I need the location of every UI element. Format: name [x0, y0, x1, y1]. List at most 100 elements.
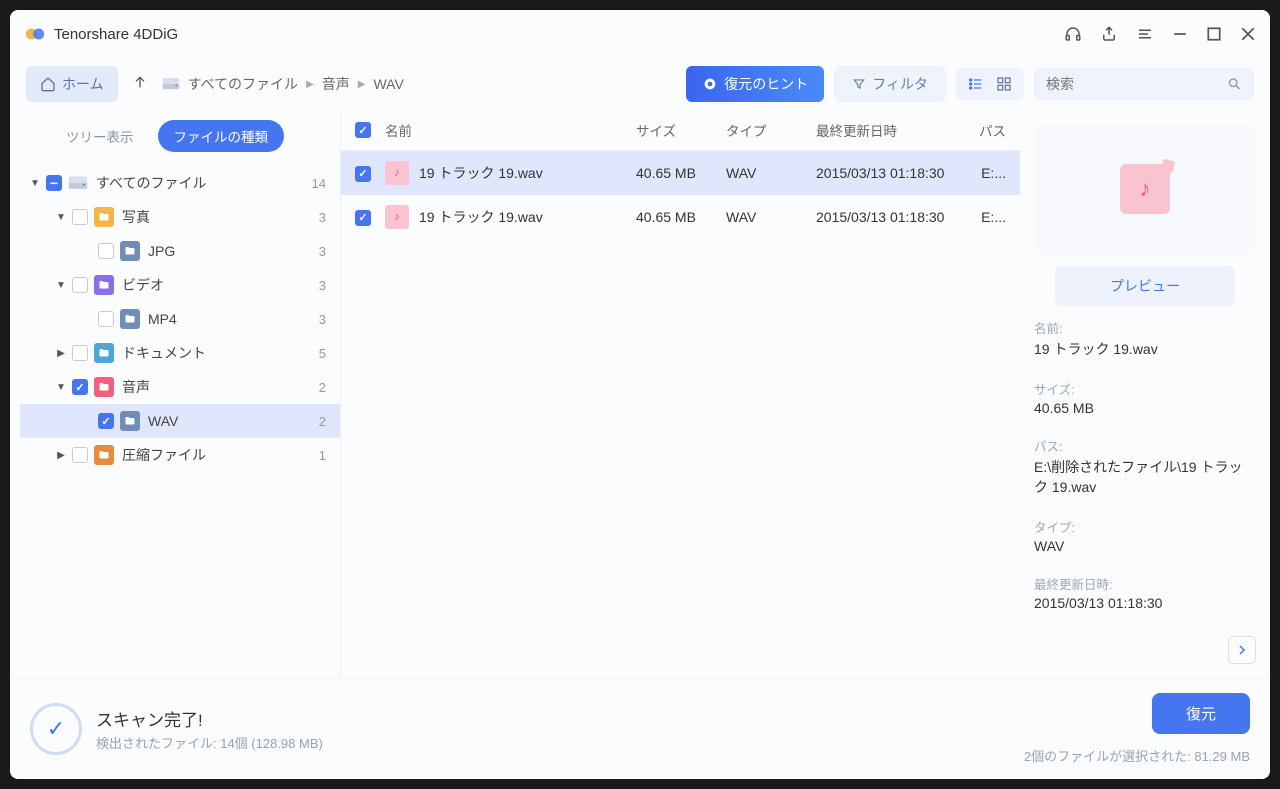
- titlebar-actions: [1064, 25, 1256, 43]
- tree-count: 2: [319, 414, 326, 429]
- tree-count: 3: [319, 278, 326, 293]
- list-view-icon[interactable]: [968, 76, 984, 92]
- search-box[interactable]: [1034, 68, 1254, 100]
- row-checkbox[interactable]: [355, 210, 371, 226]
- tree-label: 音声: [122, 377, 150, 397]
- select-all-checkbox[interactable]: [355, 122, 371, 138]
- table-header: 名前 サイズ タイプ 最終更新日時 パス: [341, 110, 1020, 151]
- col-type[interactable]: タイプ: [726, 120, 816, 140]
- collapse-panel-button[interactable]: [1228, 636, 1256, 664]
- selected-info: 2個のファイルが選択された: 81.29 MB: [1024, 746, 1250, 765]
- nav-up-button[interactable]: [128, 70, 152, 99]
- home-button[interactable]: ホーム: [26, 66, 118, 102]
- filter-button[interactable]: フィルタ: [834, 66, 946, 102]
- minimize-button[interactable]: [1172, 26, 1188, 42]
- tree-checkbox[interactable]: [72, 447, 88, 463]
- tree-item[interactable]: JPG3: [20, 234, 340, 268]
- hint-label: 復元のヒント: [724, 74, 808, 94]
- file-list-panel: 名前 サイズ タイプ 最終更新日時 パス ♪ 19 トラック 19.wav 40.6…: [340, 110, 1020, 678]
- tree-item[interactable]: ▼ビデオ3: [20, 268, 340, 302]
- breadcrumb-0[interactable]: すべてのファイル: [188, 74, 298, 94]
- breadcrumb: すべてのファイル ▶ 音声 ▶ WAV: [162, 74, 677, 94]
- tree-item[interactable]: WAV 2: [20, 404, 340, 438]
- chevron-icon: ▶: [54, 450, 68, 461]
- tree-checkbox[interactable]: [72, 209, 88, 225]
- close-button[interactable]: [1240, 26, 1256, 42]
- app-logo-icon: [24, 23, 46, 45]
- file-name: 19 トラック 19.wav: [419, 207, 543, 227]
- table-row[interactable]: ♪19 トラック 19.wav40.65 MBWAV2015/03/13 01:…: [341, 195, 1020, 239]
- col-size[interactable]: サイズ: [636, 120, 726, 140]
- tree-checkbox[interactable]: [72, 345, 88, 361]
- tree-label: ドキュメント: [122, 343, 206, 363]
- file-date: 2015/03/13 01:18:30: [816, 165, 966, 181]
- recover-button[interactable]: 復元: [1152, 693, 1250, 734]
- tree-item[interactable]: ▶圧縮ファイル1: [20, 438, 340, 472]
- tree-checkbox[interactable]: [98, 413, 114, 429]
- chevron-icon: ▼: [54, 280, 68, 291]
- maximize-button[interactable]: [1206, 26, 1222, 42]
- tree-checkbox[interactable]: [72, 277, 88, 293]
- file-path: E:...: [966, 165, 1006, 181]
- chevron-icon: ▶: [54, 348, 68, 359]
- search-input[interactable]: [1046, 76, 1227, 92]
- filter-icon: [852, 77, 866, 91]
- app-title: Tenorshare 4DDiG: [54, 26, 1064, 43]
- view-toggle[interactable]: [956, 68, 1024, 100]
- preview-button[interactable]: プレビュー: [1055, 266, 1235, 306]
- file-name: 19 トラック 19.wav: [419, 163, 543, 183]
- row-checkbox[interactable]: [355, 166, 371, 182]
- breadcrumb-2[interactable]: WAV: [373, 76, 403, 92]
- main-content: ツリー表示 ファイルの種類 ▼すべてのファイル14▼写真3JPG3▼ビデオ3MP…: [10, 110, 1270, 678]
- tree-item[interactable]: ▼写真3: [20, 200, 340, 234]
- meta-date-label: 最終更新日時:: [1034, 574, 1256, 593]
- tree-count: 3: [319, 312, 326, 327]
- meta-path-value: E:\削除されたファイル\19 トラック 19.wav: [1034, 457, 1256, 497]
- tree-checkbox[interactable]: [46, 175, 62, 191]
- meta-type-label: タイプ:: [1034, 517, 1256, 536]
- tree-label: WAV: [148, 413, 178, 429]
- col-path[interactable]: パス: [966, 120, 1006, 140]
- tab-tree-view[interactable]: ツリー表示: [50, 120, 150, 152]
- headphones-icon[interactable]: [1064, 25, 1082, 43]
- tree-checkbox[interactable]: [72, 379, 88, 395]
- sidebar-tabs: ツリー表示 ファイルの種類: [20, 120, 340, 166]
- tree-count: 2: [319, 380, 326, 395]
- arrow-up-icon: [132, 74, 148, 90]
- grid-view-icon[interactable]: [996, 76, 1012, 92]
- tree-item[interactable]: ▶ ドキュメント 5: [20, 336, 340, 370]
- folder-icon: [94, 377, 114, 397]
- col-name[interactable]: 名前: [385, 120, 636, 140]
- col-date[interactable]: 最終更新日時: [816, 120, 966, 140]
- meta-path-label: パス:: [1034, 436, 1256, 455]
- drive-icon: [162, 77, 180, 91]
- folder-icon: [94, 343, 114, 363]
- tree-item[interactable]: ▼ 音声 2: [20, 370, 340, 404]
- sidebar: ツリー表示 ファイルの種類 ▼すべてのファイル14▼写真3JPG3▼ビデオ3MP…: [10, 110, 340, 678]
- tab-file-type[interactable]: ファイルの種類: [158, 120, 285, 152]
- tree-label: 圧縮ファイル: [122, 445, 206, 465]
- search-icon: [1227, 76, 1242, 92]
- tree-label: 写真: [122, 207, 150, 227]
- file-size: 40.65 MB: [636, 165, 726, 181]
- recovery-hint-button[interactable]: 復元のヒント: [686, 66, 824, 102]
- tree-label: MP4: [148, 311, 177, 327]
- tree-item[interactable]: ▼すべてのファイル14: [20, 166, 340, 200]
- detail-panel: ♪ プレビュー 名前:19 トラック 19.wav サイズ:40.65 MB パ…: [1020, 110, 1270, 678]
- menu-icon[interactable]: [1136, 25, 1154, 43]
- music-file-icon: ♪: [385, 205, 409, 229]
- meta-size-value: 40.65 MB: [1034, 400, 1256, 416]
- file-type: WAV: [726, 165, 816, 181]
- share-icon[interactable]: [1100, 25, 1118, 43]
- tree-checkbox[interactable]: [98, 311, 114, 327]
- file-path: E:...: [966, 209, 1006, 225]
- tree-count: 5: [319, 346, 326, 361]
- table-row[interactable]: ♪19 トラック 19.wav40.65 MBWAV2015/03/13 01:…: [341, 151, 1020, 195]
- titlebar: Tenorshare 4DDiG: [10, 10, 1270, 58]
- chevron-icon: ▼: [54, 382, 68, 393]
- tree-item[interactable]: MP4 3: [20, 302, 340, 336]
- breadcrumb-1[interactable]: 音声: [322, 74, 350, 94]
- folder-icon: [94, 445, 114, 465]
- chevron-right-icon: [1236, 644, 1248, 656]
- tree-checkbox[interactable]: [98, 243, 114, 259]
